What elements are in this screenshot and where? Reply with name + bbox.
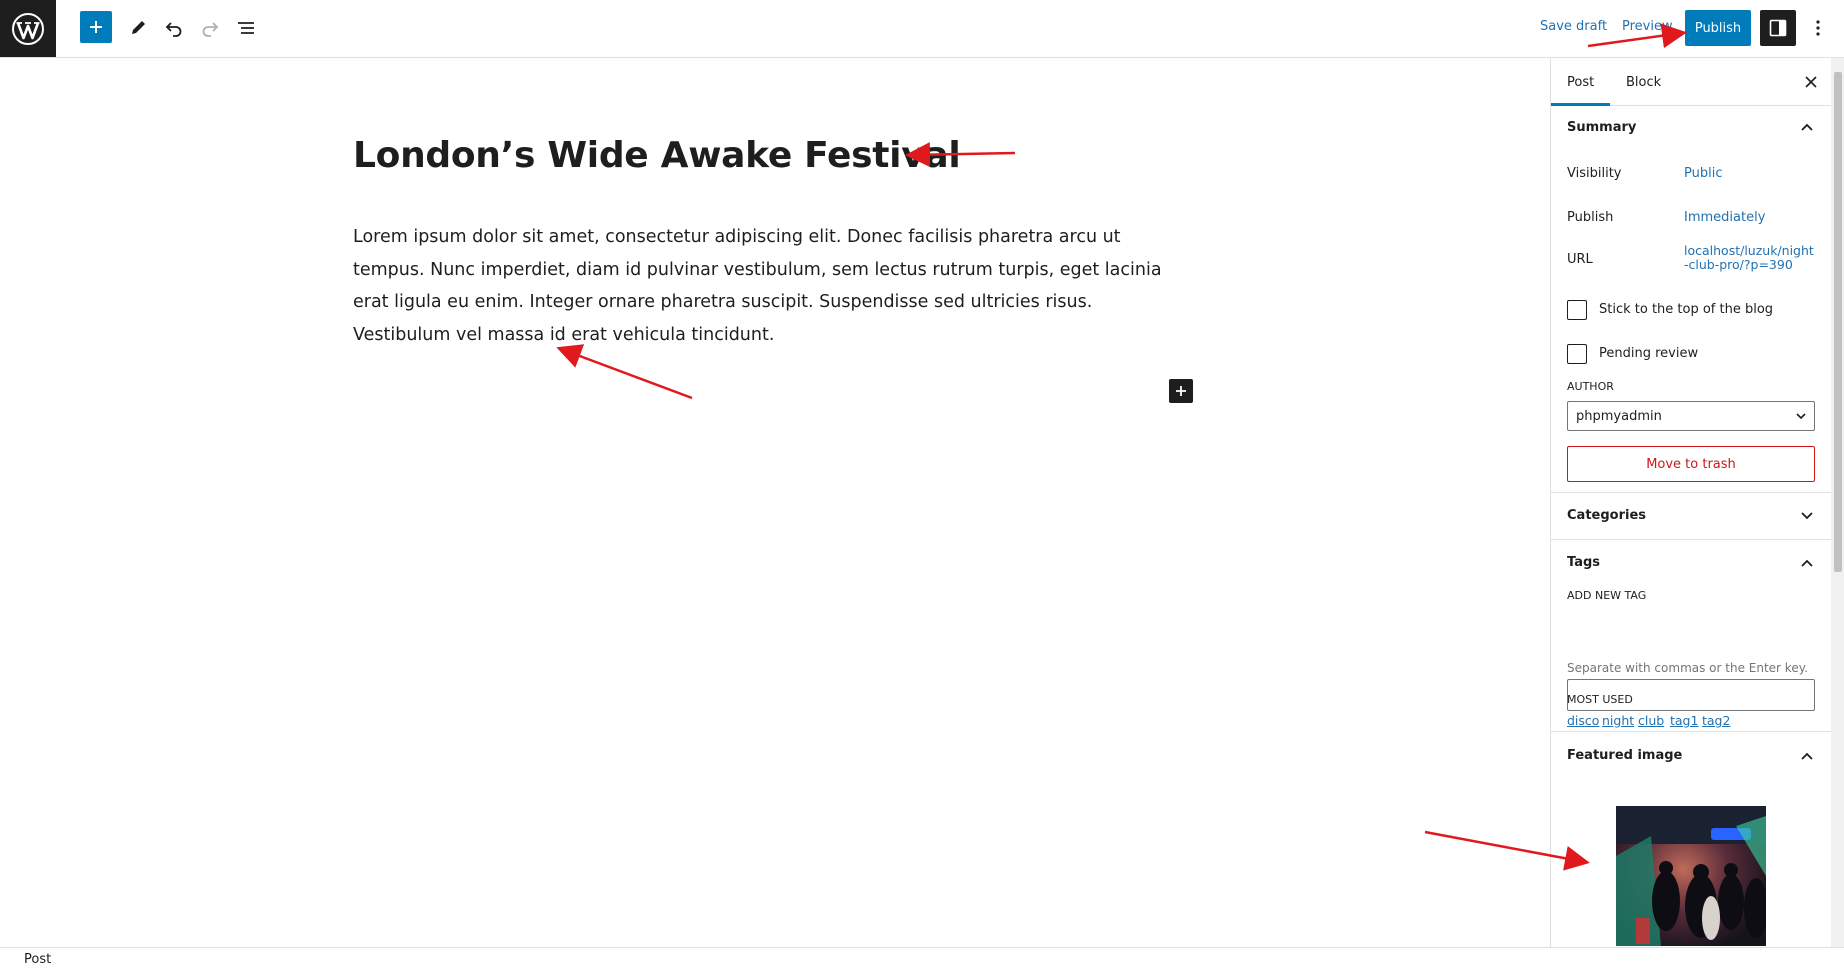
undo-button[interactable] [158,12,190,44]
summary-panel: Summary Visibility Public Publish Immedi… [1551,106,1831,493]
tags-help-text: Separate with commas or the Enter key. [1567,661,1808,675]
block-breadcrumb-bar: Post [0,947,1844,971]
categories-panel[interactable]: Categories [1551,493,1831,540]
visibility-label: Visibility [1567,166,1622,181]
undo-icon [165,22,182,37]
featured-image-heading[interactable]: Featured image [1567,748,1682,763]
most-used-label: MOST USED [1567,693,1633,706]
author-select[interactable]: phpmyadmin [1567,401,1815,431]
tag-link-night[interactable]: night [1602,713,1634,728]
url-value[interactable]: localhost/luzuk/night-club-pro/?p=390 [1684,244,1814,272]
settings-sidebar: Post Block Summary Visibility Public Pub… [1550,58,1844,947]
options-menu-button[interactable] [1808,12,1828,44]
preview-button[interactable]: Preview [1622,19,1673,34]
sidebar-tabs: Post Block [1551,58,1831,106]
wordpress-icon [12,12,44,45]
tools-button[interactable] [122,12,154,44]
chevron-up-icon[interactable] [1799,119,1815,135]
settings-toggle-button[interactable] [1760,10,1796,46]
tags-heading[interactable]: Tags [1567,555,1600,570]
pending-review-checkbox[interactable] [1567,344,1587,364]
add-new-tag-label: ADD NEW TAG [1567,589,1647,602]
redo-button[interactable] [194,12,226,44]
block-appender-button[interactable] [1169,379,1193,403]
more-vertical-icon [1816,20,1820,36]
tab-block[interactable]: Block [1610,58,1677,106]
tags-panel: Tags ADD NEW TAG Separate with commas or… [1551,540,1831,732]
stick-to-top-label: Stick to the top of the blog [1599,302,1774,317]
categories-heading[interactable]: Categories [1567,508,1646,523]
pending-review-label: Pending review [1599,346,1699,361]
stick-to-top-checkbox[interactable] [1567,300,1587,320]
editor-canvas: London’s Wide Awake Festival Lorem ipsum… [0,58,1550,947]
paragraph-block[interactable]: Lorem ipsum dolor sit amet, consectetur … [353,221,1183,351]
sidebar-scrollbar[interactable] [1831,58,1844,947]
tab-post[interactable]: Post [1551,58,1610,106]
editor-header: Save draft Preview Publish [0,0,1844,58]
breadcrumb-post[interactable]: Post [24,952,51,967]
chevron-up-icon[interactable] [1799,748,1815,764]
plus-icon [1176,386,1186,396]
close-settings-button[interactable] [1799,70,1823,94]
author-label: AUTHOR [1567,380,1614,393]
document-overview-button[interactable] [230,12,262,44]
chevron-down-icon [1796,413,1806,420]
publish-button[interactable]: Publish [1685,10,1751,46]
scrollbar-thumb[interactable] [1834,72,1842,572]
featured-image-thumbnail[interactable] [1616,806,1766,946]
wordpress-logo-button[interactable] [0,0,56,57]
tag-link-disco[interactable]: disco [1567,713,1599,728]
add-block-button[interactable] [80,11,112,43]
save-draft-button[interactable]: Save draft [1540,19,1607,34]
url-label: URL [1567,252,1593,267]
tag-link-tag2[interactable]: tag2 [1702,713,1730,728]
summary-heading[interactable]: Summary [1567,120,1636,135]
close-icon [1805,76,1817,88]
tag-link-tag1[interactable]: tag1 [1670,713,1698,728]
chevron-down-icon[interactable] [1799,508,1815,524]
tag-link-club[interactable]: club [1638,713,1664,728]
pencil-icon [132,21,145,34]
redo-icon [202,22,219,37]
nightclub-photo [1616,806,1766,946]
publish-label: Publish [1567,210,1614,225]
plus-icon [90,21,102,33]
chevron-up-icon[interactable] [1799,555,1815,571]
post-title[interactable]: London’s Wide Awake Festival [353,133,1173,180]
visibility-value[interactable]: Public [1684,166,1722,181]
publish-date-value[interactable]: Immediately [1684,210,1765,225]
move-to-trash-button[interactable]: Move to trash [1567,446,1815,482]
author-select-value: phpmyadmin [1576,408,1662,424]
sidebar-icon [1769,19,1787,37]
list-view-icon [238,22,254,34]
